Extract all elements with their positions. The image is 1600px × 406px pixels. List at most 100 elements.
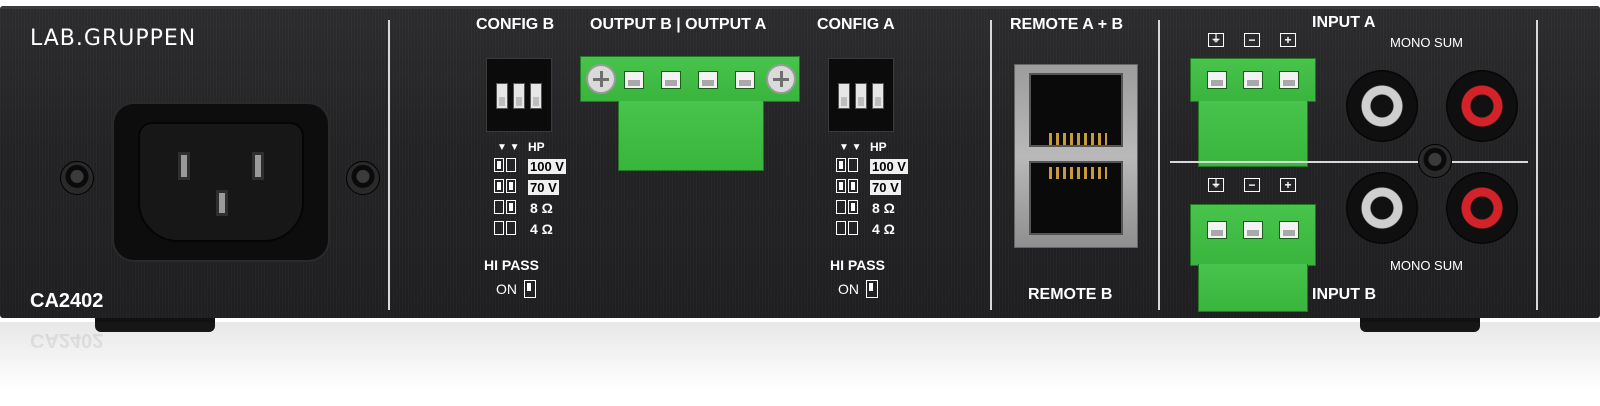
terminal-slot [1243,71,1263,89]
input-a-rca-left[interactable] [1346,70,1418,142]
arrow-down-icon: ▼ ▼ [497,142,520,153]
config-a-option-70v: 70 V [870,180,901,195]
legend-cell [494,158,504,172]
config-b-hi-pass-indicator [524,280,536,298]
input-b-title: INPUT B [1312,286,1376,303]
arrow-down-icon: ▼ ▼ [839,142,862,153]
terminal-slot [1243,221,1263,239]
config-b-title: CONFIG B [476,16,555,33]
dip-lever[interactable] [872,83,884,109]
terminal-slot [1279,71,1299,89]
legend-cell [836,179,846,193]
ground-pin-icon [216,190,228,216]
config-a-hi-pass-label: HI PASS [830,257,885,273]
input-a-title: INPUT A [1312,14,1376,31]
mounting-screw-icon [60,161,94,195]
terminal-slot [735,71,755,89]
ground-symbol-icon: ⏚ [1208,178,1224,192]
legend-cell [506,221,516,235]
legend-cell [848,158,858,172]
panel-divider [1158,20,1160,310]
legend-cell [494,200,504,214]
minus-symbol-icon: − [1244,178,1260,192]
chassis-top-edge [0,6,1600,9]
terminal-screw-icon [766,64,796,94]
config-b-dip-switch[interactable] [486,58,552,132]
dip-lever[interactable] [530,83,542,109]
dip-lever[interactable] [855,83,867,109]
amplifier-rear-panel: LAB.GRUPPEN CA2402 CONFIG B ▼ ▼ HP 100 V… [0,6,1600,318]
terminal-slot [624,71,644,89]
config-a-on-label: ON [838,281,859,297]
terminal-slot [698,71,718,89]
model-number: CA2402 [30,290,104,312]
remote-port-b[interactable] [1029,161,1123,235]
config-b-hp-label: HP [528,140,545,154]
mounting-screw-icon [1418,144,1452,178]
remote-rj45-block [1014,64,1138,248]
output-connector-body [618,101,764,171]
mounting-screw-icon [346,161,380,195]
rj45-contacts-icon [1049,133,1107,145]
legend-cell [836,158,846,172]
reflection-model-text: CA2402 [30,329,104,351]
legend-cell [836,200,846,214]
brand-logo: LAB.GRUPPEN [30,26,197,51]
power-pin-icon [178,152,190,180]
rj45-contacts-icon [1049,167,1107,179]
config-a-option-4ohm: 4 Ω [872,221,895,237]
config-b-on-label: ON [496,281,517,297]
plus-symbol-icon: + [1280,33,1296,47]
legend-cell [506,179,516,193]
dip-lever[interactable] [513,83,525,109]
iec-socket [138,122,304,242]
config-b-option-100v: 100 V [528,159,566,174]
input-a-connector-body [1198,101,1308,167]
iec-power-inlet[interactable] [112,102,330,262]
remote-port-a[interactable] [1029,73,1123,147]
terminal-slot [1207,71,1227,89]
config-b-option-70v: 70 V [528,180,559,195]
config-a-dip-switch[interactable] [828,58,894,132]
remote-top-label: REMOTE A + B [1010,16,1124,33]
config-a-option-8ohm: 8 Ω [872,200,895,216]
config-b-option-8ohm: 8 Ω [530,200,553,216]
legend-cell [506,158,516,172]
config-a-hp-label: HP [870,140,887,154]
input-b-connector-body [1198,264,1308,312]
legend-cell [848,179,858,193]
legend-cell [848,221,858,235]
legend-cell [494,221,504,235]
dip-lever[interactable] [838,83,850,109]
input-b-terminal[interactable] [1190,204,1316,266]
legend-cell [506,200,516,214]
plus-symbol-icon: + [1280,178,1296,192]
terminal-screw-icon [586,64,616,94]
input-b-rca-right[interactable] [1446,172,1518,244]
panel-divider [990,20,992,310]
input-a-mono-sum: MONO SUM [1390,35,1463,50]
config-b-option-4ohm: 4 Ω [530,221,553,237]
panel-divider [1536,20,1538,310]
ground-symbol-icon: ⏚ [1208,33,1224,47]
minus-symbol-icon: − [1244,33,1260,47]
config-b-hi-pass-label: HI PASS [484,257,539,273]
legend-cell [848,200,858,214]
terminal-slot [1279,221,1299,239]
terminal-slot [1207,221,1227,239]
input-a-rca-right[interactable] [1446,70,1518,142]
power-pin-icon [252,152,264,180]
config-a-hi-pass-indicator [866,280,878,298]
terminal-slot [661,71,681,89]
legend-cell [494,179,504,193]
dip-lever[interactable] [496,83,508,109]
input-a-terminal[interactable] [1190,58,1316,102]
input-b-rca-left[interactable] [1346,172,1418,244]
config-a-option-100v: 100 V [870,159,908,174]
panel-divider [388,20,390,310]
input-b-mono-sum: MONO SUM [1390,258,1463,273]
config-a-title: CONFIG A [817,16,895,33]
outputs-title: OUTPUT B | OUTPUT A [590,16,767,33]
remote-bottom-label: REMOTE B [1028,286,1113,303]
output-terminal-strip[interactable] [580,56,800,102]
